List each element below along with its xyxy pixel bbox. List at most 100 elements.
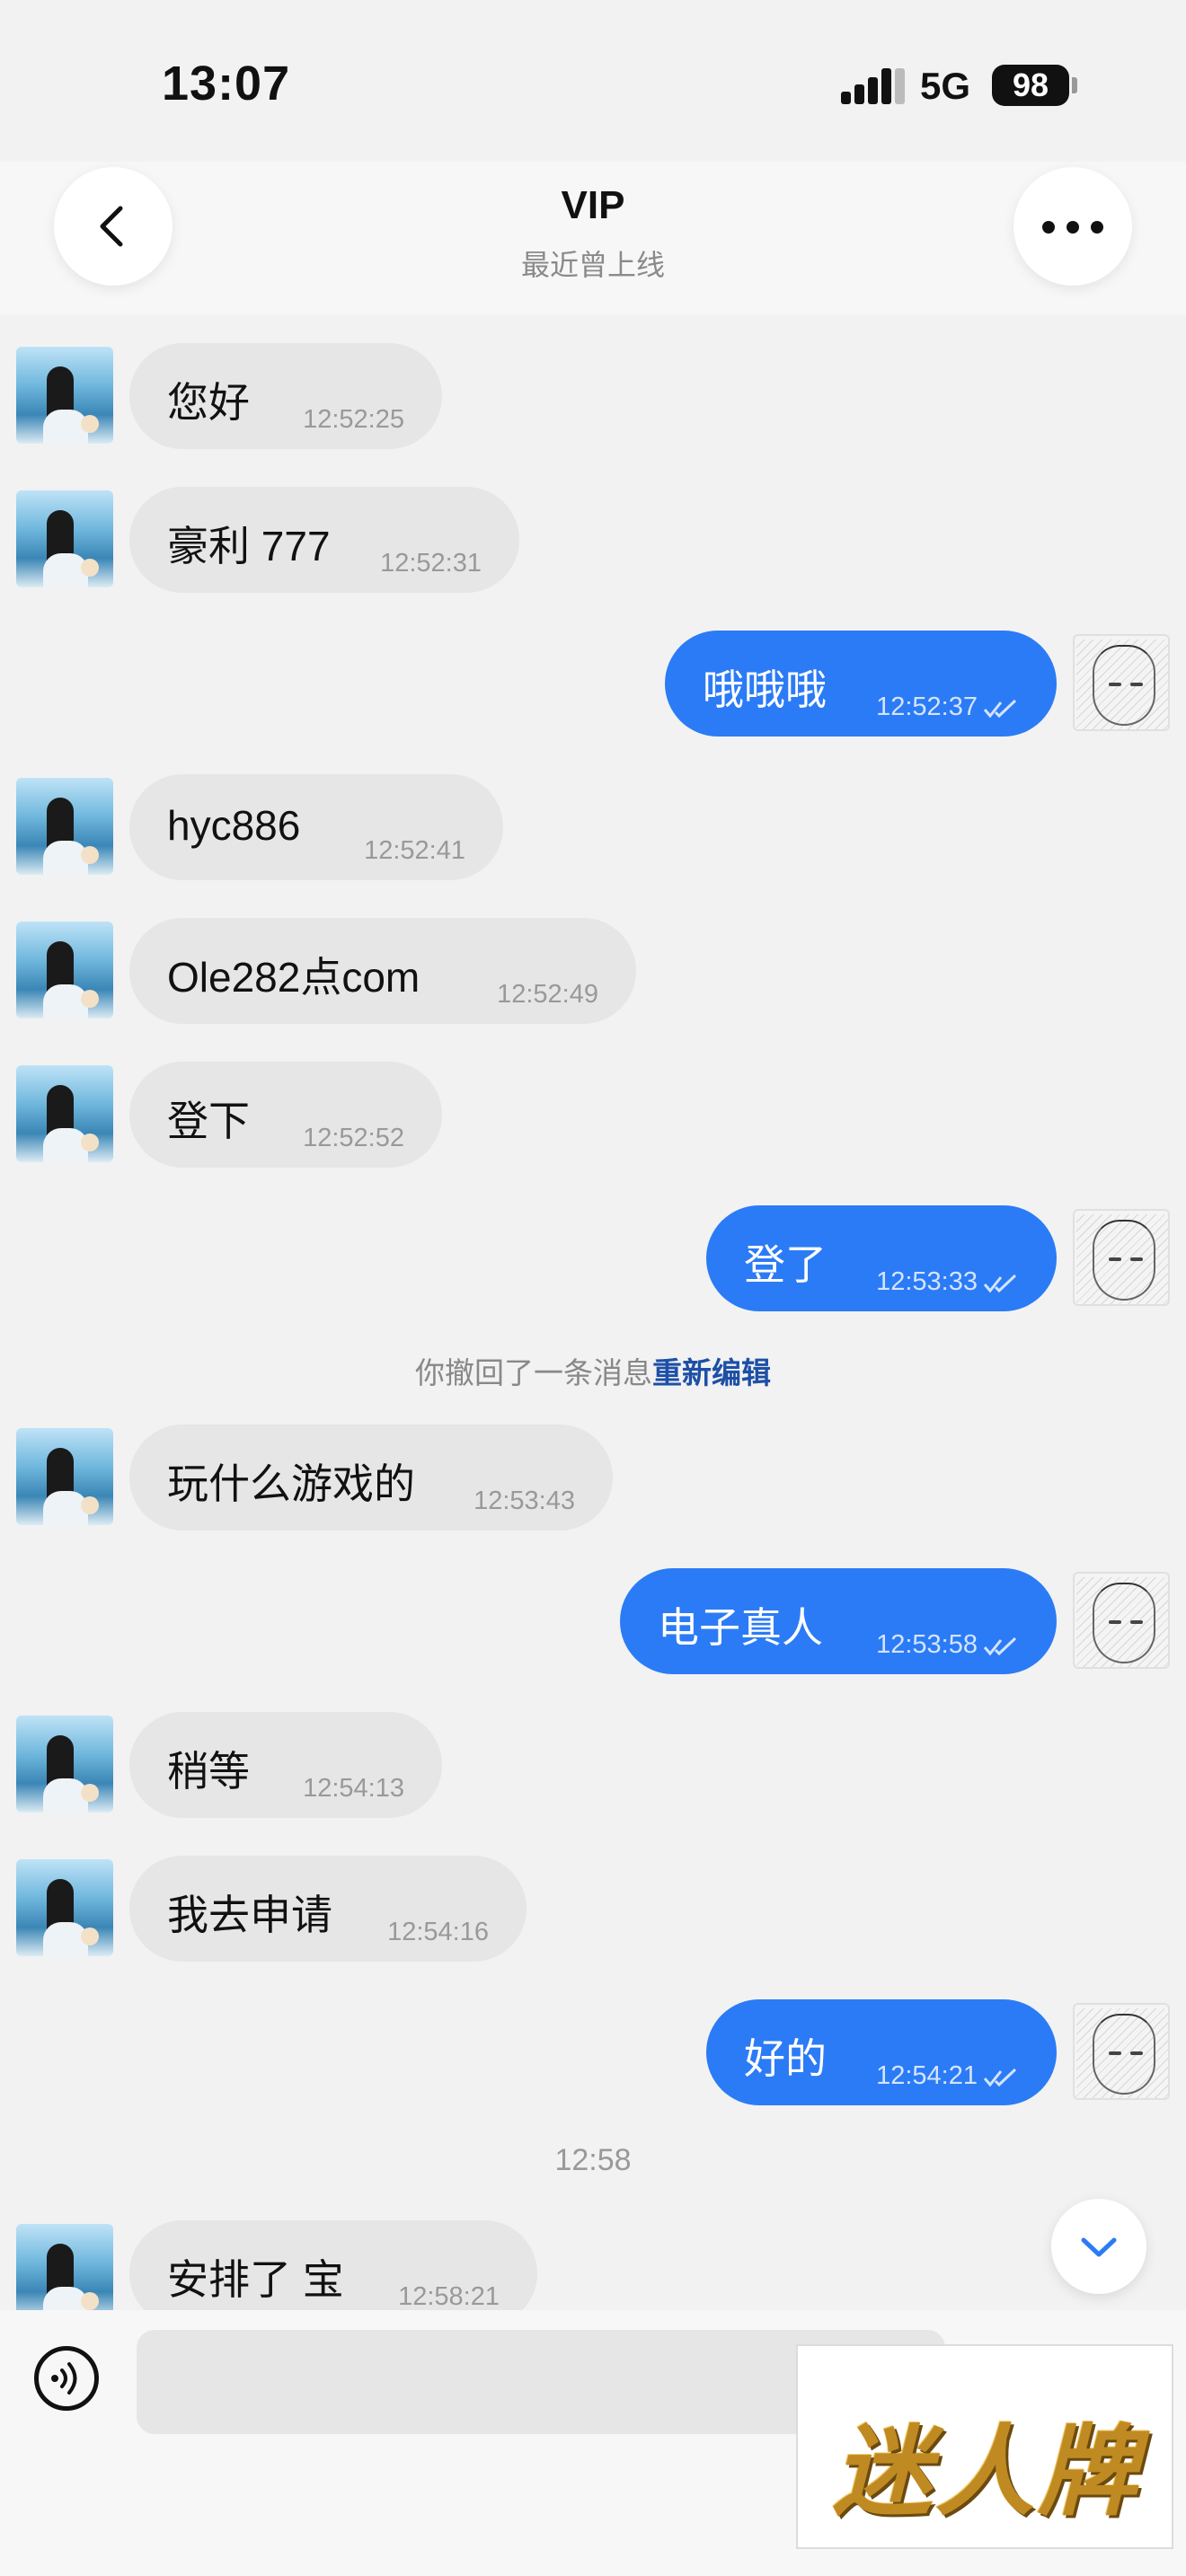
input-bar: 迷人牌 — [0, 2310, 1186, 2576]
message-row: 登了 12:53:33 — [0, 1202, 1186, 1311]
message-row: 豪利 777 12:52:31 — [0, 483, 1186, 593]
more-icon-dot — [1067, 221, 1079, 234]
avatar-eye — [1109, 1257, 1121, 1261]
message-time: 12:58:21 — [398, 2282, 500, 2310]
chevron-down-icon — [1081, 2237, 1117, 2257]
my-avatar[interactable] — [1073, 1572, 1170, 1669]
avatar-eye — [1109, 2051, 1121, 2055]
re-edit-link[interactable]: 重新编辑 — [652, 1356, 771, 1389]
recall-notice: 你撤回了一条消息重新编辑 — [0, 1349, 1186, 1392]
avatar-face — [1093, 645, 1155, 726]
message-text: 我去申请 — [167, 1892, 332, 1938]
contact-avatar[interactable] — [16, 1859, 113, 1956]
message-text: 哦哦哦 — [703, 666, 827, 713]
avatar-flower — [81, 1928, 99, 1945]
chat-title[interactable]: VIP — [0, 183, 1186, 228]
message-bubble[interactable]: 豪利 777 12:52:31 — [129, 487, 519, 593]
avatar-eye — [1130, 1257, 1143, 1261]
message-text: 登了 — [744, 1241, 827, 1288]
message-text: Ole282点com — [167, 954, 420, 1001]
chat-header: VIP 最近曾上线 — [0, 162, 1186, 314]
avatar-flower — [81, 415, 99, 433]
message-bubble[interactable]: 我去申请 12:54:16 — [129, 1856, 527, 1962]
avatar-eye — [1130, 2051, 1143, 2055]
scroll-to-bottom-button[interactable] — [1051, 2199, 1146, 2294]
message-time: 12:52:49 — [497, 980, 598, 1009]
message-bubble[interactable]: 登下 12:52:52 — [129, 1062, 442, 1168]
message-time: 12:52:41 — [364, 836, 465, 865]
avatar-face — [1093, 1220, 1155, 1301]
contact-avatar[interactable] — [16, 2224, 113, 2310]
message-row: 您好 12:52:25 — [0, 340, 1186, 449]
more-icon — [1042, 221, 1055, 234]
message-bubble[interactable]: 安排了 宝 12:58:21 — [129, 2220, 537, 2310]
voice-input-button[interactable] — [34, 2346, 99, 2411]
avatar-face — [1093, 2014, 1155, 2095]
more-icon-dot — [1091, 221, 1103, 234]
contact-avatar[interactable] — [16, 490, 113, 587]
message-bubble[interactable]: 电子真人 12:53:58 — [620, 1568, 1057, 1674]
battery-icon: 98 — [992, 65, 1069, 106]
message-row: Ole282点com 12:52:49 — [0, 914, 1186, 1024]
read-receipt-icon — [983, 1636, 1017, 1656]
watermark-logo: 迷人牌 — [796, 2344, 1173, 2549]
message-time: 12:53:43 — [474, 1486, 575, 1515]
contact-avatar[interactable] — [16, 1065, 113, 1162]
avatar-eye — [1130, 1620, 1143, 1624]
avatar-eye — [1109, 683, 1121, 686]
my-avatar[interactable] — [1073, 2003, 1170, 2100]
message-time: 12:52:31 — [380, 549, 482, 578]
message-time: 12:54:13 — [303, 1774, 404, 1803]
avatar-eye — [1130, 683, 1143, 686]
last-seen-status: 最近曾上线 — [520, 249, 665, 281]
avatar-eye — [1109, 1620, 1121, 1624]
avatar-face — [1093, 1583, 1155, 1663]
message-list[interactable]: 您好 12:52:25 豪利 777 12:52:31 哦哦哦 12:52:37… — [0, 314, 1186, 2310]
my-avatar[interactable] — [1073, 1209, 1170, 1306]
watermark-logo-text: 迷人牌 — [833, 2417, 1140, 2527]
message-time: 12:52:25 — [303, 405, 404, 434]
message-bubble[interactable]: 登了 12:53:33 — [706, 1205, 1057, 1311]
message-bubble[interactable]: hyc886 12:52:41 — [129, 774, 503, 880]
message-time: 12:54:16 — [387, 1918, 489, 1946]
recall-notice-text: 你撤回了一条消息 — [415, 1356, 652, 1389]
battery-level: 98 — [1012, 66, 1049, 103]
message-text: 玩什么游戏的 — [167, 1460, 415, 1507]
contact-avatar[interactable] — [16, 1716, 113, 1813]
avatar-flower — [81, 1134, 99, 1151]
avatar-flower — [81, 1784, 99, 1802]
avatar-flower — [81, 2292, 99, 2310]
message-time: 12:53:58 — [876, 1630, 978, 1659]
message-bubble[interactable]: 哦哦哦 12:52:37 — [665, 631, 1057, 737]
message-row: hyc886 12:52:41 — [0, 771, 1186, 880]
message-time: 12:52:37 — [876, 693, 978, 721]
read-receipt-icon — [983, 1274, 1017, 1293]
time-separator: 12:58 — [554, 2143, 632, 2177]
message-text: 豪利 777 — [167, 523, 331, 569]
message-row: 哦哦哦 12:52:37 — [0, 627, 1186, 737]
message-row: 好的 12:54:21 — [0, 1996, 1186, 2105]
contact-avatar[interactable] — [16, 347, 113, 444]
avatar-flower — [81, 559, 99, 577]
message-text: 您好 — [167, 379, 250, 426]
message-bubble[interactable]: 您好 12:52:25 — [129, 343, 442, 449]
signal-icon — [841, 68, 905, 104]
message-text: 电子真人 — [658, 1604, 823, 1651]
voice-icon — [51, 2362, 77, 2395]
message-time: 12:53:33 — [876, 1267, 978, 1296]
message-text: hyc886 — [167, 802, 301, 849]
contact-avatar[interactable] — [16, 1428, 113, 1525]
contact-avatar[interactable] — [16, 922, 113, 1019]
message-bubble[interactable]: 好的 12:54:21 — [706, 1999, 1057, 2105]
avatar-flower — [81, 846, 99, 864]
message-bubble[interactable]: Ole282点com 12:52:49 — [129, 918, 636, 1024]
contact-avatar[interactable] — [16, 778, 113, 875]
message-text: 登下 — [167, 1098, 250, 1144]
my-avatar[interactable] — [1073, 634, 1170, 731]
more-button[interactable] — [1013, 167, 1132, 286]
message-row: 玩什么游戏的 12:53:43 — [0, 1421, 1186, 1531]
message-text: 稍等 — [167, 1748, 250, 1795]
message-bubble[interactable]: 稍等 12:54:13 — [129, 1712, 442, 1818]
message-row: 安排了 宝 12:58:21 — [0, 2217, 1186, 2310]
message-bubble[interactable]: 玩什么游戏的 12:53:43 — [129, 1425, 613, 1531]
